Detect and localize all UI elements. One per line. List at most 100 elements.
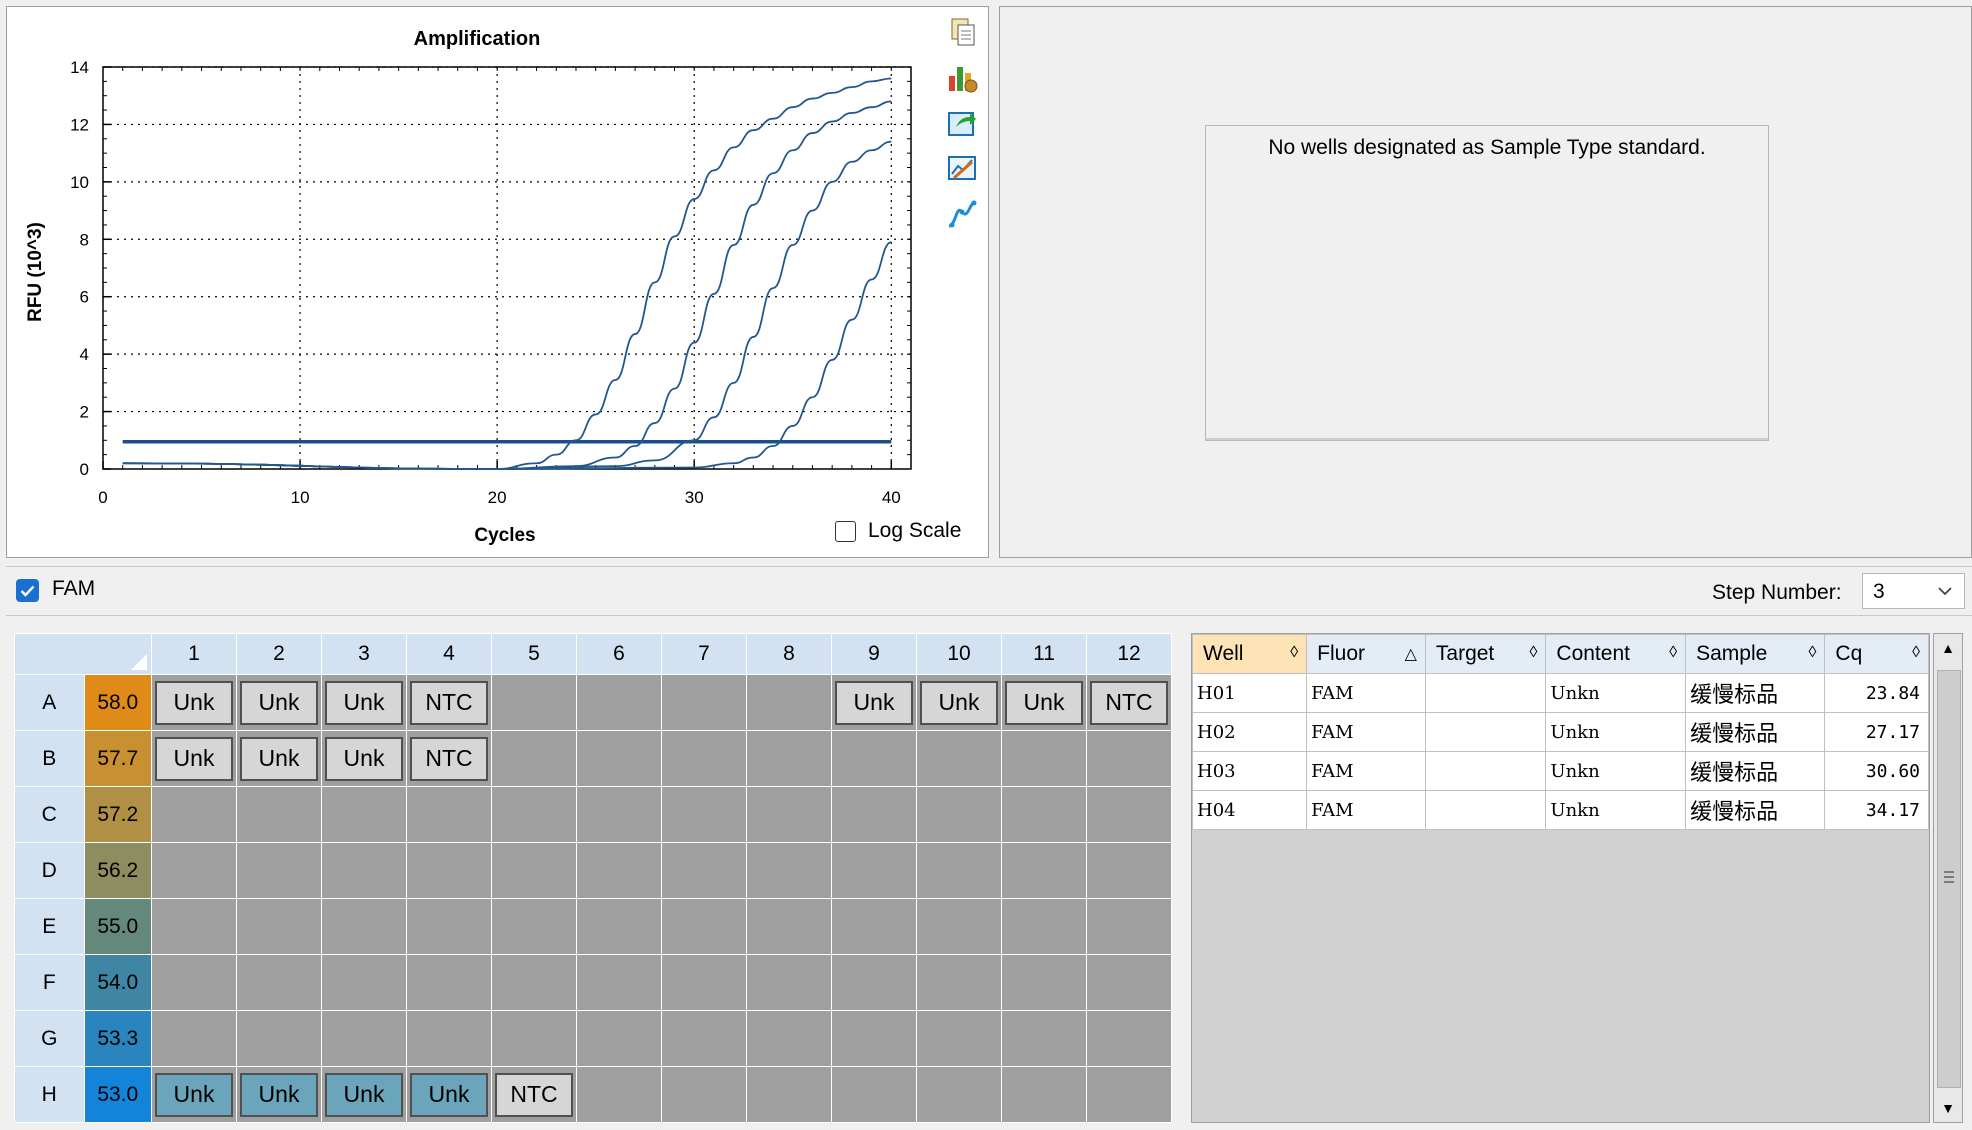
sort-icon[interactable]: ◊ xyxy=(1912,644,1920,662)
results-vertical-scrollbar[interactable]: ▲ ▼ xyxy=(1933,633,1963,1123)
plate-well[interactable] xyxy=(1086,898,1172,955)
plate-well[interactable]: Unk xyxy=(916,674,1002,731)
plate-well[interactable]: NTC xyxy=(1086,674,1172,731)
results-header-target[interactable]: Target ◊ xyxy=(1424,634,1547,674)
plate-well[interactable] xyxy=(916,842,1002,899)
plate-corner-header[interactable] xyxy=(14,633,152,675)
plate-well[interactable] xyxy=(151,898,237,955)
plate-well[interactable] xyxy=(831,898,917,955)
plate-well[interactable]: Unk xyxy=(236,730,322,787)
plate-well[interactable] xyxy=(831,786,917,843)
scroll-up-icon[interactable]: ▲ xyxy=(1934,634,1962,662)
plate-well[interactable] xyxy=(576,1010,662,1067)
results-row[interactable]: H01 FAM Unkn 缓慢标品 23.84 xyxy=(1192,673,1929,713)
step-number-select[interactable]: 3 xyxy=(1862,573,1965,609)
plate-well[interactable] xyxy=(576,898,662,955)
scrollbar-thumb[interactable] xyxy=(1937,670,1961,1088)
chart-tools-icon[interactable] xyxy=(945,151,979,185)
plate-well[interactable] xyxy=(831,842,917,899)
plate-well[interactable] xyxy=(1086,1066,1172,1123)
plate-well[interactable] xyxy=(661,1066,747,1123)
plate-column-header[interactable]: 1 xyxy=(151,633,237,675)
plate-well[interactable]: Unk xyxy=(151,1066,237,1123)
plate-well[interactable] xyxy=(661,786,747,843)
plate-well[interactable] xyxy=(831,1010,917,1067)
results-header-sample[interactable]: Sample ◊ xyxy=(1685,634,1826,674)
plate-well[interactable] xyxy=(1001,1066,1087,1123)
plate-well[interactable] xyxy=(661,730,747,787)
plate-well[interactable] xyxy=(491,674,577,731)
scroll-down-icon[interactable]: ▼ xyxy=(1934,1094,1962,1122)
plate-well[interactable] xyxy=(916,898,1002,955)
plate-well[interactable] xyxy=(151,842,237,899)
plate-well[interactable] xyxy=(746,1066,832,1123)
plate-row-header[interactable]: G xyxy=(14,1010,85,1067)
results-row[interactable]: H04 FAM Unkn 缓慢标品 34.17 xyxy=(1192,790,1929,830)
plate-well[interactable]: Unk xyxy=(1001,674,1087,731)
plate-well[interactable] xyxy=(1086,1010,1172,1067)
plate-well[interactable] xyxy=(746,954,832,1011)
plate-well[interactable] xyxy=(406,898,492,955)
plate-row-header[interactable]: D xyxy=(14,842,85,899)
plate-column-header[interactable]: 12 xyxy=(1086,633,1172,675)
plate-column-header[interactable]: 2 xyxy=(236,633,322,675)
plate-well[interactable] xyxy=(1001,898,1087,955)
plate-well[interactable] xyxy=(661,1010,747,1067)
plate-well[interactable] xyxy=(576,786,662,843)
plate-well[interactable] xyxy=(746,898,832,955)
sort-ascending-icon[interactable]: △ xyxy=(1405,644,1417,664)
plate-well[interactable] xyxy=(491,786,577,843)
plate-well[interactable] xyxy=(236,1010,322,1067)
plate-well[interactable]: Unk xyxy=(151,674,237,731)
plate-row-header[interactable]: C xyxy=(14,786,85,843)
plate-well[interactable] xyxy=(321,842,407,899)
plate-well[interactable] xyxy=(916,730,1002,787)
plate-row-header[interactable]: F xyxy=(14,954,85,1011)
plate-well[interactable] xyxy=(491,730,577,787)
plate-well[interactable] xyxy=(1086,842,1172,899)
plate-well[interactable] xyxy=(1001,1010,1087,1067)
results-header-well[interactable]: Well ◊ xyxy=(1192,634,1308,674)
plate-well[interactable] xyxy=(406,842,492,899)
plate-well[interactable] xyxy=(406,1010,492,1067)
sort-icon[interactable]: ◊ xyxy=(1290,644,1298,662)
sort-icon[interactable]: ◊ xyxy=(1669,644,1677,662)
plate-well[interactable] xyxy=(576,842,662,899)
plate-well[interactable] xyxy=(1001,842,1087,899)
results-header-fluor[interactable]: Fluor △ xyxy=(1306,634,1426,674)
plate-well[interactable] xyxy=(746,730,832,787)
plate-well[interactable] xyxy=(831,1066,917,1123)
plate-well[interactable] xyxy=(746,1010,832,1067)
plate-well[interactable]: Unk xyxy=(321,674,407,731)
plate-well[interactable] xyxy=(236,786,322,843)
plate-well[interactable] xyxy=(746,842,832,899)
plate-well[interactable]: NTC xyxy=(491,1066,577,1123)
plate-column-header[interactable]: 6 xyxy=(576,633,662,675)
log-scale-toggle[interactable]: Log Scale xyxy=(835,519,961,543)
plate-well[interactable] xyxy=(321,898,407,955)
plate-column-header[interactable]: 10 xyxy=(916,633,1002,675)
plate-well[interactable] xyxy=(151,954,237,1011)
plate-well[interactable]: Unk xyxy=(406,1066,492,1123)
plate-well[interactable] xyxy=(1001,730,1087,787)
plate-well[interactable]: Unk xyxy=(236,674,322,731)
plate-row-header[interactable]: E xyxy=(14,898,85,955)
plate-well[interactable] xyxy=(491,1010,577,1067)
plate-well[interactable] xyxy=(236,898,322,955)
results-row[interactable]: H03 FAM Unkn 缓慢标品 30.60 xyxy=(1192,751,1929,791)
copy-icon[interactable] xyxy=(945,15,979,49)
plate-well[interactable] xyxy=(916,786,1002,843)
plate-well[interactable] xyxy=(661,674,747,731)
plate-well[interactable]: Unk xyxy=(321,730,407,787)
plate-well[interactable] xyxy=(1001,786,1087,843)
plate-well[interactable] xyxy=(321,786,407,843)
bar-chart-settings-icon[interactable] xyxy=(945,61,979,95)
plate-well[interactable]: Unk xyxy=(236,1066,322,1123)
plate-well[interactable] xyxy=(576,730,662,787)
plate-column-header[interactable]: 4 xyxy=(406,633,492,675)
sort-icon[interactable]: ◊ xyxy=(1809,644,1817,662)
plate-well[interactable] xyxy=(661,842,747,899)
plate-well[interactable] xyxy=(661,954,747,1011)
plate-well[interactable]: Unk xyxy=(151,730,237,787)
export-icon[interactable] xyxy=(945,106,979,140)
